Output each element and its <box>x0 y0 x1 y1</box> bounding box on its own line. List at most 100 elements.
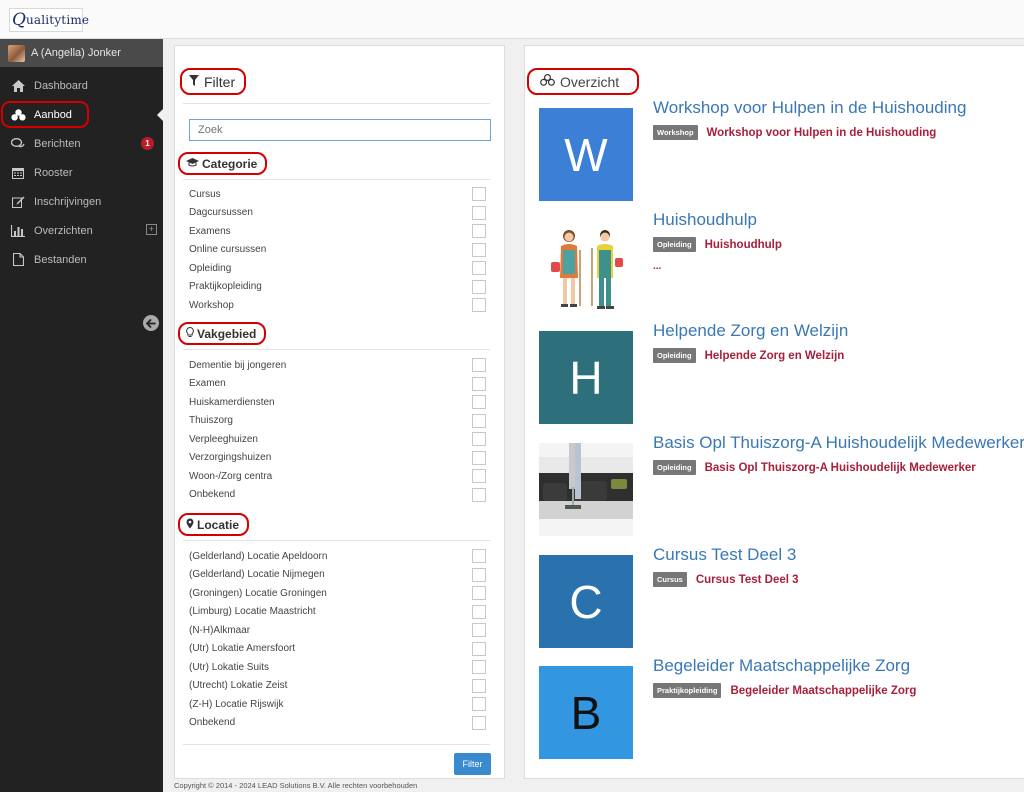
filter-option[interactable]: (Groningen) Locatie Groningen <box>189 584 489 603</box>
filter-option[interactable]: Dementie bij jongeren <box>189 356 489 375</box>
course-link[interactable]: Basis Opl Thuiszorg-A Huishoudelijk Mede… <box>705 462 976 474</box>
sidebar-item-bestanden[interactable]: Bestanden <box>0 245 163 274</box>
course-title[interactable]: Workshop voor Hulpen in de Huishouding <box>653 98 966 118</box>
checkbox[interactable] <box>472 660 486 675</box>
filter-option[interactable]: Verzorgingshuizen <box>189 449 489 468</box>
course-card[interactable]: Huishoudhulp Opleiding Huishoudhulp ... <box>539 210 1024 315</box>
divider <box>183 179 490 180</box>
course-card[interactable]: C Cursus Test Deel 3 Cursus Cursus Test … <box>539 545 1024 650</box>
filter-option[interactable]: (Utr) Lokatie Suits <box>189 658 489 677</box>
filter-option[interactable]: Dagcursussen <box>189 204 489 223</box>
checkbox[interactable] <box>472 567 486 582</box>
filter-option[interactable]: (Utrecht) Lokatie Zeist <box>189 677 489 696</box>
filter-option[interactable]: Examens <box>189 222 489 241</box>
user-profile[interactable]: A (Angella) Jonker <box>0 39 163 67</box>
filter-option[interactable]: (Z-H) Locatie Rijswijk <box>189 695 489 714</box>
course-thumbnail[interactable]: B <box>539 666 633 759</box>
course-title[interactable]: Helpende Zorg en Welzijn <box>653 321 848 341</box>
checkbox[interactable] <box>472 641 486 656</box>
course-type-badge: Opleiding <box>653 460 696 475</box>
filter-option[interactable]: Thuiszorg <box>189 412 489 431</box>
filter-option[interactable]: (Gelderland) Locatie Apeldoorn <box>189 547 489 566</box>
checkbox[interactable] <box>472 205 486 220</box>
comments-icon <box>10 137 26 150</box>
filter-option[interactable]: (Utr) Lokatie Amersfoort <box>189 640 489 659</box>
cleaners-illustration[interactable] <box>539 220 633 313</box>
filter-option[interactable]: Onbekend <box>189 486 489 505</box>
checkbox[interactable] <box>472 678 486 693</box>
course-link[interactable]: Helpende Zorg en Welzijn <box>705 350 845 362</box>
filter-option[interactable]: Onbekend <box>189 714 489 733</box>
sidebar-item-berichten[interactable]: Berichten 1 <box>0 129 163 158</box>
filter-button[interactable]: Filter <box>454 753 491 775</box>
filter-option[interactable]: Huiskamerdiensten <box>189 393 489 412</box>
bar-chart-icon <box>10 224 26 237</box>
course-thumbnail[interactable]: W <box>539 108 633 201</box>
checkbox[interactable] <box>472 298 486 313</box>
course-meta: Praktijkopleiding Begeleider Maatschappe… <box>653 683 916 698</box>
sidebar-item-rooster[interactable]: Rooster <box>0 158 163 187</box>
course-thumbnail[interactable]: C <box>539 555 633 648</box>
course-link[interactable]: Begeleider Maatschappelijke Zorg <box>730 685 916 697</box>
filter-option[interactable]: (Limburg) Locatie Maastricht <box>189 603 489 622</box>
course-title[interactable]: Cursus Test Deel 3 <box>653 545 796 565</box>
filter-option[interactable]: Online cursussen <box>189 241 489 260</box>
locatie-heading: Locatie <box>178 513 250 536</box>
sidebar-item-overzichten[interactable]: Overzichten + <box>0 216 163 245</box>
course-thumbnail[interactable]: H <box>539 331 633 424</box>
filter-option[interactable]: (Gelderland) Locatie Nijmegen <box>189 566 489 585</box>
course-card[interactable]: Basis Opl Thuiszorg-A Huishoudelijk Mede… <box>539 433 1024 538</box>
checkbox[interactable] <box>472 697 486 712</box>
calendar-icon <box>10 167 26 179</box>
checkbox[interactable] <box>472 224 486 239</box>
filter-option[interactable]: Verpleeghuizen <box>189 430 489 449</box>
filter-heading: Filter <box>180 68 246 95</box>
filter-panel: Filter Categorie Cursus Dagcursussen Exa… <box>174 45 505 779</box>
checkbox[interactable] <box>472 487 486 502</box>
course-link[interactable]: Workshop voor Hulpen in de Huishouding <box>707 127 937 139</box>
arrow-circle-left-icon[interactable] <box>143 315 159 331</box>
filter-option[interactable]: Cursus <box>189 185 489 204</box>
overview-panel: Overzicht W Workshop voor Hulpen in de H… <box>524 45 1024 779</box>
sidebar-item-inschrijvingen[interactable]: Inschrijvingen <box>0 187 163 216</box>
checkbox[interactable] <box>472 413 486 428</box>
checkbox[interactable] <box>472 358 486 373</box>
filter-option[interactable]: Praktijkopleiding <box>189 278 489 297</box>
filter-option[interactable]: Workshop <box>189 296 489 315</box>
checkbox[interactable] <box>472 261 486 276</box>
filter-option[interactable]: Opleiding <box>189 259 489 278</box>
sidebar-item-dashboard[interactable]: Dashboard <box>0 71 163 100</box>
checkbox[interactable] <box>472 549 486 564</box>
checkbox[interactable] <box>472 450 486 465</box>
checkbox[interactable] <box>472 623 486 638</box>
expand-icon[interactable]: + <box>146 224 157 235</box>
checkbox[interactable] <box>472 187 486 202</box>
option-label: Examens <box>189 225 231 237</box>
checkbox[interactable] <box>472 395 486 410</box>
checkbox[interactable] <box>472 432 486 447</box>
vakgebied-heading: Vakgebied <box>178 322 267 345</box>
qualitytime-logo[interactable]: Q ualitytime <box>9 8 89 32</box>
checkbox[interactable] <box>472 376 486 391</box>
checkbox[interactable] <box>472 604 486 619</box>
checkbox[interactable] <box>472 469 486 484</box>
checkbox[interactable] <box>472 586 486 601</box>
course-card[interactable]: W Workshop voor Hulpen in de Huishouding… <box>539 98 1024 203</box>
checkbox[interactable] <box>472 279 486 294</box>
checkbox[interactable] <box>472 715 486 730</box>
course-link[interactable]: Cursus Test Deel 3 <box>696 574 799 586</box>
course-card[interactable]: H Helpende Zorg en Welzijn Opleiding Hel… <box>539 321 1024 426</box>
vacuuming-photo[interactable] <box>539 443 633 536</box>
filter-option[interactable]: (N-H)Alkmaar <box>189 621 489 640</box>
course-title[interactable]: Basis Opl Thuiszorg-A Huishoudelijk Mede… <box>653 433 1024 453</box>
course-title[interactable]: Huishoudhulp <box>653 210 757 230</box>
course-title[interactable]: Begeleider Maatschappelijke Zorg <box>653 656 910 676</box>
checkbox[interactable] <box>472 242 486 257</box>
course-type-badge: Praktijkopleiding <box>653 683 722 698</box>
search-input[interactable] <box>189 119 491 141</box>
sidebar-item-aanbod[interactable]: Aanbod <box>0 100 163 129</box>
filter-option[interactable]: Woon-/Zorg centra <box>189 467 489 486</box>
course-card[interactable]: B Begeleider Maatschappelijke Zorg Prakt… <box>539 656 1024 761</box>
course-link[interactable]: Huishoudhulp <box>705 239 782 251</box>
filter-option[interactable]: Examen <box>189 375 489 394</box>
